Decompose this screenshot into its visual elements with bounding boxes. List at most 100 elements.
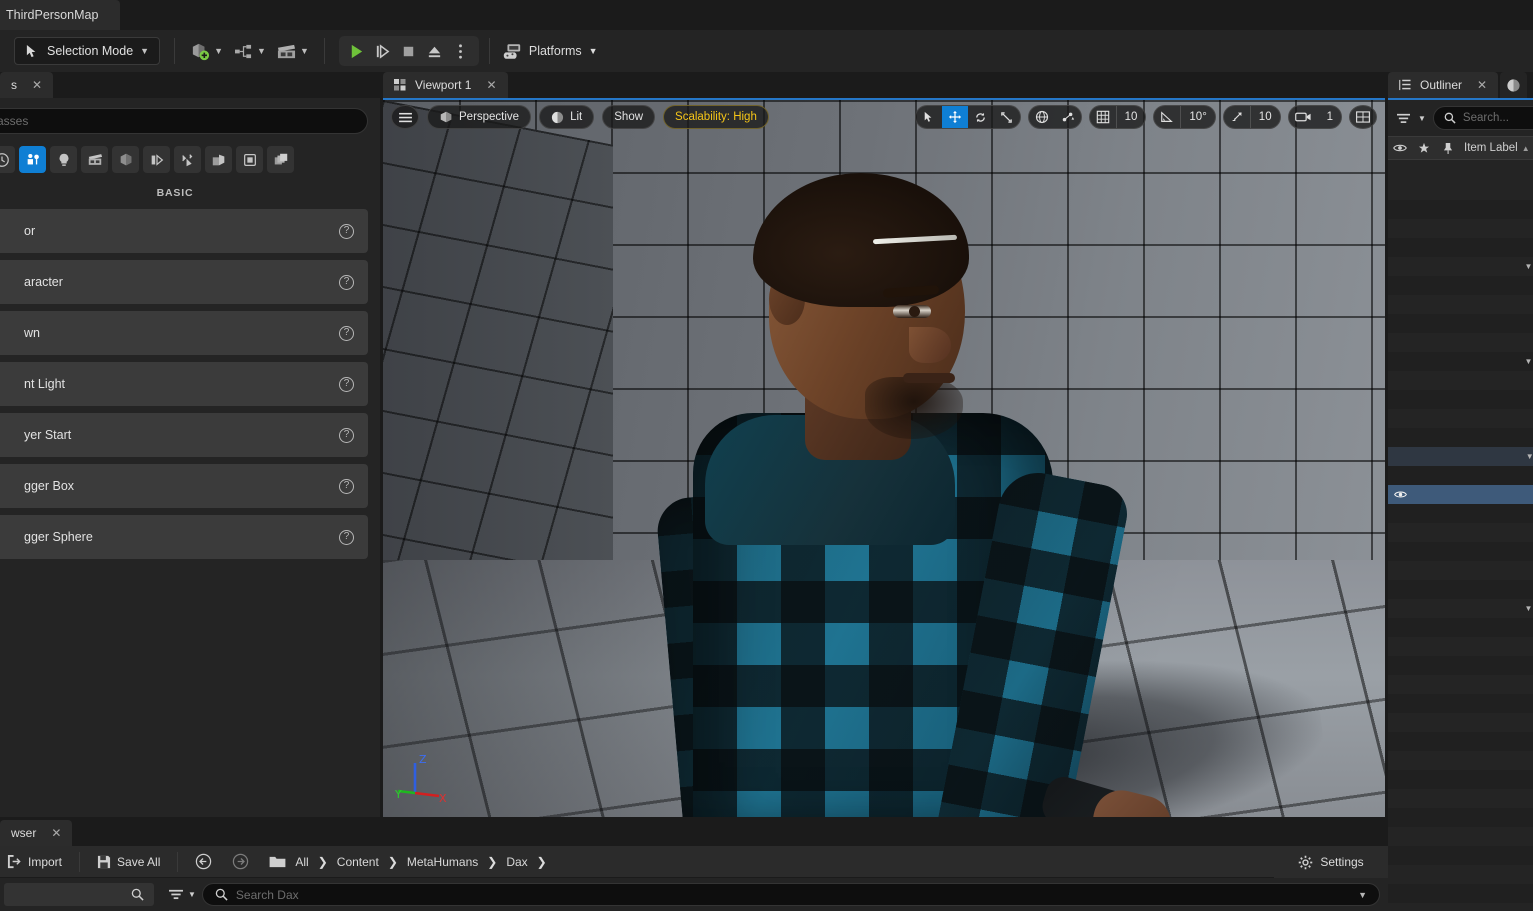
surface-snap-button[interactable]	[1055, 106, 1081, 128]
help-icon[interactable]: ?	[339, 529, 354, 545]
outliner-actor-row[interactable]: S	[1388, 713, 1533, 732]
camera-speed-value[interactable]: 1	[1319, 106, 1341, 128]
breadcrumb-item-metahumans[interactable]: MetaHumans	[407, 855, 478, 869]
outliner-actor-row[interactable]: S	[1388, 409, 1533, 428]
outliner-actor-row[interactable]: P	[1388, 504, 1533, 523]
tab-content-browser[interactable]: wser ✕	[0, 820, 73, 846]
blueprints-button[interactable]: ▼	[228, 36, 271, 66]
tab-world-settings[interactable]	[1500, 72, 1528, 98]
outliner-actor-row[interactable]: S	[1388, 219, 1533, 238]
category-lights[interactable]	[50, 146, 77, 173]
play-more-options-button[interactable]	[449, 39, 473, 63]
viewport-menu-button[interactable]	[391, 105, 419, 129]
outliner-actor-row[interactable]: S	[1388, 694, 1533, 713]
close-icon[interactable]: ✕	[486, 78, 496, 92]
add-actor-button[interactable]: ▼	[185, 36, 228, 66]
selection-mode-button[interactable]: Selection Mode ▼	[14, 37, 161, 65]
outliner-actor-row[interactable]: Pla	[1388, 789, 1533, 808]
outliner-actor-row[interactable]: Wo	[1388, 903, 1533, 911]
rotate-tool-button[interactable]	[968, 106, 994, 128]
viewport-render-area[interactable]: Perspective Lit Show Scalability: High 1…	[383, 98, 1385, 817]
outliner-actor-row[interactable]: S	[1388, 542, 1533, 561]
place-actor-item-point-light[interactable]: nt Light ?	[0, 362, 368, 406]
place-actors-search-input[interactable]: asses	[0, 108, 368, 134]
outliner-actor-row[interactable]: S	[1388, 428, 1533, 447]
outliner-actor-row[interactable]: SM	[1388, 827, 1533, 846]
place-actor-item-character[interactable]: aracter ?	[0, 260, 368, 304]
outliner-folder-row[interactable]: ▼Cyl	[1388, 352, 1533, 371]
category-geometry[interactable]	[143, 146, 170, 173]
chevron-down-icon[interactable]: ▼	[1358, 890, 1367, 900]
category-visual-effects[interactable]	[112, 146, 139, 173]
outliner-actor-row[interactable]: S	[1388, 656, 1533, 675]
select-tool-button[interactable]	[916, 106, 942, 128]
world-coordinates-button[interactable]	[1029, 106, 1055, 128]
outliner-actor-row[interactable]: S	[1388, 523, 1533, 542]
outliner-actor-row[interactable]: BP_	[1388, 751, 1533, 770]
column-visibility[interactable]	[1388, 143, 1412, 153]
outliner-actor-row[interactable]: S	[1388, 618, 1533, 637]
outliner-actor-row[interactable]: S	[1388, 675, 1533, 694]
place-actor-item-pawn[interactable]: wn ?	[0, 311, 368, 355]
expand-arrow-icon[interactable]: ▼	[1526, 452, 1533, 461]
outliner-actor-row[interactable]: S	[1388, 371, 1533, 390]
grid-snap-value[interactable]: 10	[1115, 106, 1146, 128]
expand-arrow-icon[interactable]: ▼	[1524, 357, 1532, 366]
breadcrumb-item-all[interactable]: All	[295, 855, 308, 869]
category-all-classes[interactable]	[205, 146, 232, 173]
outliner-actor-row[interactable]: S	[1388, 200, 1533, 219]
platforms-button[interactable]: Platforms ▼	[492, 36, 608, 66]
outliner-actor-row[interactable]: New	[1388, 770, 1533, 789]
outliner-actor-row[interactable]: TtTex	[1388, 884, 1533, 903]
play-button[interactable]	[345, 39, 369, 63]
place-actor-item-trigger-sphere[interactable]: gger Sphere ?	[0, 515, 368, 559]
outliner-actor-row[interactable]: S	[1388, 181, 1533, 200]
viewport-show-menu-button[interactable]: Show	[602, 105, 656, 129]
place-actor-item-trigger-box[interactable]: gger Box ?	[0, 464, 368, 508]
tab-outliner[interactable]: Outliner ✕	[1388, 72, 1499, 98]
outliner-actor-row[interactable]: S	[1388, 637, 1533, 656]
outliner-folder-row[interactable]: ▼Lig	[1388, 447, 1533, 466]
category-basic[interactable]	[19, 146, 46, 173]
outliner-actor-row[interactable]: S	[1388, 295, 1533, 314]
filter-icon[interactable]	[1396, 112, 1411, 125]
outliner-actor-row[interactable]: S	[1388, 314, 1533, 333]
category-volumes[interactable]	[174, 146, 201, 173]
import-button[interactable]: Import	[0, 850, 69, 874]
scale-tool-button[interactable]	[994, 106, 1020, 128]
outliner-actor-row[interactable]: SM	[1388, 846, 1533, 865]
level-tab-thirdpersonmap[interactable]: ThirdPersonMap	[0, 0, 121, 30]
tab-viewport-1[interactable]: Viewport 1 ✕	[383, 72, 508, 98]
column-item-label[interactable]: Item Label	[1460, 142, 1518, 154]
outliner-actor-row[interactable]: S	[1388, 276, 1533, 295]
place-actor-item-player-start[interactable]: yer Start ?	[0, 413, 368, 457]
category-more-classes[interactable]	[267, 146, 294, 173]
angle-snap-value[interactable]: 10°	[1180, 106, 1214, 128]
place-actor-item-actor[interactable]: or ?	[0, 209, 368, 253]
grid-snap-toggle[interactable]	[1090, 106, 1116, 128]
help-icon[interactable]: ?	[339, 376, 354, 392]
tab-place-actors[interactable]: s ✕	[0, 72, 54, 98]
outliner-actor-row[interactable]: E	[1388, 485, 1533, 504]
viewport-scalability-button[interactable]: Scalability: High	[663, 105, 769, 129]
category-shapes[interactable]	[236, 146, 263, 173]
category-recently-placed[interactable]	[0, 146, 15, 173]
breadcrumb-item-dax[interactable]: Dax	[506, 855, 527, 869]
viewport-lit-mode-button[interactable]: Lit	[539, 105, 595, 129]
help-icon[interactable]: ?	[339, 478, 354, 494]
content-search-input[interactable]: Search Dax ▼	[201, 883, 1380, 906]
nav-back-button[interactable]	[188, 850, 219, 874]
outliner-actor-row[interactable]: BP_	[1388, 732, 1533, 751]
outliner-actor-row[interactable]: S	[1388, 238, 1533, 257]
help-icon[interactable]: ?	[339, 325, 354, 341]
move-tool-button[interactable]	[941, 106, 968, 128]
outliner-actor-row[interactable]: S	[1388, 333, 1533, 352]
scale-snap-toggle[interactable]	[1224, 106, 1250, 128]
category-cinematic[interactable]	[81, 146, 108, 173]
help-icon[interactable]: ?	[339, 223, 354, 239]
close-icon[interactable]: ✕	[51, 826, 61, 840]
outliner-actor-row[interactable]: SM	[1388, 808, 1533, 827]
asset-tree-search-input[interactable]	[4, 883, 154, 906]
help-icon[interactable]: ?	[339, 274, 354, 290]
outliner-actor-row[interactable]: D	[1388, 466, 1533, 485]
